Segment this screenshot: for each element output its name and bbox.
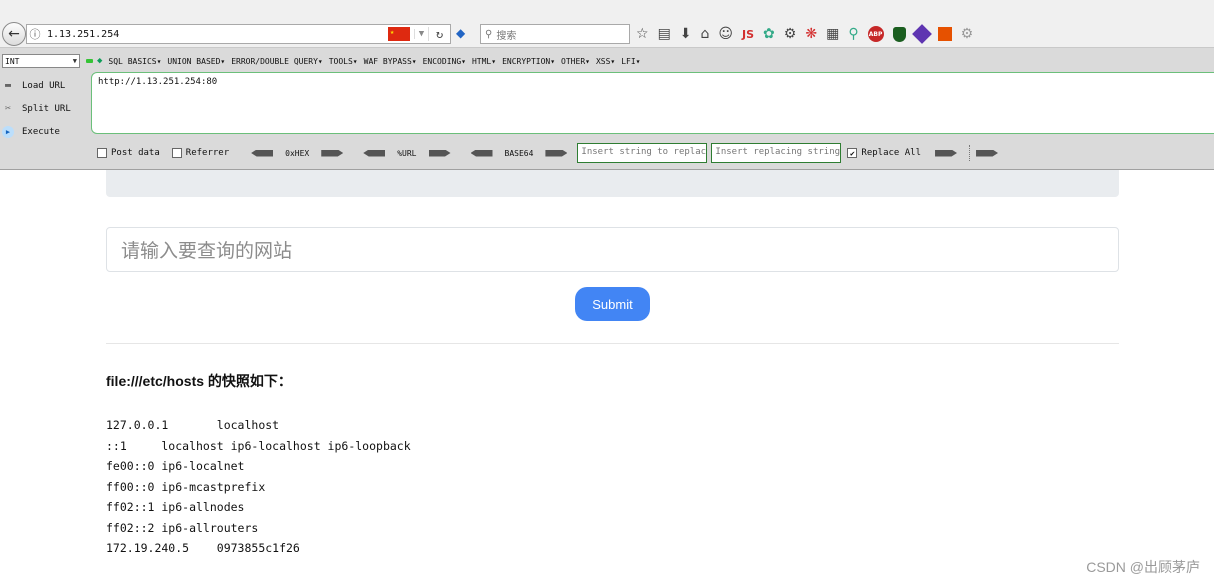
base64-encode-arrow-icon[interactable]: [545, 149, 568, 157]
divider: [969, 145, 971, 161]
js-icon[interactable]: JS: [742, 28, 754, 41]
info-icon[interactable]: ⓘ: [27, 26, 43, 42]
hackbar-url-textarea[interactable]: http://1.13.251.254:80: [91, 72, 1214, 134]
hosts-line: ::1 localhost ip6-localhost ip6-loopback: [106, 438, 411, 453]
hex-decode-arrow-icon[interactable]: [251, 149, 274, 157]
menu-tools[interactable]: TOOLS▾: [329, 57, 358, 66]
header-box: [106, 170, 1119, 197]
extension-icon[interactable]: ✿: [763, 26, 775, 42]
url-decode-arrow-icon[interactable]: [363, 149, 386, 157]
china-flag-icon: [388, 27, 410, 41]
hex-encode-arrow-icon[interactable]: [321, 149, 344, 157]
menu-encryption[interactable]: ENCRYPTION▾: [502, 57, 555, 66]
address-bar[interactable]: ⓘ 1.13.251.254 ▼ ↻: [26, 24, 451, 44]
referrer-label: Referrer: [185, 148, 230, 158]
referrer-checkbox[interactable]: Referrer: [171, 148, 230, 158]
scissors-icon: ✂: [4, 103, 12, 114]
hackbar-actions: ▬ Load URL ✂ Split URL ▶ Execute: [2, 74, 71, 143]
search-bar[interactable]: ⚲ 搜索: [480, 24, 630, 44]
reading-list-icon[interactable]: ▤: [658, 26, 671, 42]
injection-type-select[interactable]: INT ▼: [2, 54, 80, 68]
hosts-line: 127.0.0.1 localhost: [106, 418, 280, 432]
chevron-down-icon: ▼: [72, 57, 77, 65]
split-url-button[interactable]: ✂ Split URL: [2, 97, 71, 120]
post-data-checkbox[interactable]: Post data: [97, 148, 160, 158]
site-url-input[interactable]: 请输入要查询的网站: [106, 227, 1119, 272]
menu-encoding[interactable]: ENCODING▾: [423, 57, 466, 66]
hosts-line: ff00::0 ip6-mcastprefix: [106, 479, 266, 494]
hosts-line: ff02::2 ip6-allrouters: [106, 520, 259, 535]
divider: [106, 343, 1119, 344]
split-url-label: Split URL: [22, 103, 71, 114]
watermark: CSDN @出顾茅庐: [1086, 559, 1200, 575]
url-encode-arrow-icon[interactable]: [428, 149, 451, 157]
checkbox-box[interactable]: [171, 148, 182, 158]
result-title: file:///etc/hosts 的快照如下：: [106, 373, 292, 389]
replacing-string-input[interactable]: Insert replacing string: [711, 143, 842, 163]
menu-sql-basics[interactable]: SQL BASICS▾: [108, 57, 161, 66]
zoom-icon[interactable]: ⚲: [848, 26, 858, 42]
menu-html[interactable]: HTML▾: [472, 57, 496, 66]
green-dash-icon[interactable]: [86, 59, 93, 63]
menu-union-based[interactable]: UNION BASED▾: [167, 57, 225, 66]
checkbox-checked[interactable]: ✔: [847, 148, 858, 158]
search-placeholder: 搜索: [496, 30, 517, 42]
settings-icon[interactable]: ⚙: [961, 26, 974, 42]
download-icon[interactable]: ⬇: [680, 26, 692, 42]
base64-label: BASE64: [504, 148, 534, 158]
palette-icon[interactable]: ⚙: [784, 26, 797, 42]
menu-error-double-query[interactable]: ERROR/DOUBLE QUERY▾: [231, 57, 323, 66]
back-button[interactable]: ←: [2, 22, 26, 46]
replace-string-input[interactable]: Insert string to replace: [577, 143, 708, 163]
toolbar-icons: ☆ ▤ ⬇ ⌂ ☺ JS ✿ ⚙ ❋ ▦ ⚲ ABP ⚙: [636, 24, 973, 44]
post-data-label: Post data: [111, 148, 160, 158]
url-encode-label: %URL: [397, 148, 417, 158]
page-icon[interactable]: ▦: [826, 26, 839, 42]
browser-toolbar: ← ⓘ 1.13.251.254 ▼ ↻ ◆ ⚲ 搜索 ☆ ▤ ⬇ ⌂ ☺ JS…: [0, 0, 1214, 48]
address-bar-url[interactable]: 1.13.251.254: [43, 29, 388, 40]
menu-xss[interactable]: XSS▾: [596, 57, 615, 66]
shield-red-icon[interactable]: ❋: [805, 26, 817, 42]
base64-decode-arrow-icon[interactable]: [470, 149, 493, 157]
checkbox-box[interactable]: [97, 148, 107, 158]
chevron-down-icon[interactable]: ▼: [414, 29, 428, 39]
load-url-button[interactable]: ▬ Load URL: [2, 74, 71, 97]
hosts-line: 172.19.240.5 0973855c1f26: [106, 541, 300, 555]
adblock-icon[interactable]: ABP: [867, 26, 884, 42]
green-diamond-icon[interactable]: ◆: [97, 56, 102, 66]
home-icon[interactable]: ⌂: [701, 26, 710, 42]
play-icon: ▶: [2, 125, 14, 138]
load-url-label: Load URL: [22, 80, 66, 91]
execute-button[interactable]: ▶ Execute: [2, 120, 71, 143]
submit-button[interactable]: Submit: [575, 287, 650, 321]
replace-arrow-icon[interactable]: [935, 149, 958, 157]
hosts-line: ff02::1 ip6-allnodes: [106, 500, 245, 514]
injection-type-value: INT: [5, 56, 20, 66]
replace-all-label: Replace All: [861, 148, 922, 158]
menu-waf-bypass[interactable]: WAF BYPASS▾: [364, 57, 417, 66]
hosts-line: fe00::0 ip6-localnet: [106, 459, 245, 473]
orange-square-icon[interactable]: [937, 27, 952, 41]
smiley-icon[interactable]: ☺: [718, 26, 733, 42]
replace-back-arrow-icon[interactable]: [976, 149, 999, 157]
hex-label: 0xHEX: [285, 148, 310, 158]
reload-icon[interactable]: ↻: [428, 27, 450, 41]
pocket-icon[interactable]: ◆: [456, 26, 472, 42]
execute-label: Execute: [22, 126, 60, 137]
menu-other[interactable]: OTHER▾: [561, 57, 590, 66]
load-url-icon: ▬: [4, 80, 12, 91]
hackbar-panel: INT ▼ ◆ SQL BASICS▾ UNION BASED▾ ERROR/D…: [0, 48, 1214, 170]
hosts-file-content: 127.0.0.1 localhost::1 localhost ip6-loc…: [106, 415, 411, 559]
search-icon: ⚲: [485, 28, 493, 40]
bookmark-star-icon[interactable]: ☆: [636, 26, 649, 42]
purple-diamond-icon[interactable]: [911, 24, 932, 44]
replace-all-checkbox[interactable]: ✔ Replace All: [847, 148, 921, 158]
hackbar-options: Post data Referrer 0xHEX %URL BASE64 Ins…: [97, 143, 1008, 163]
menu-lfi[interactable]: LFI▾: [621, 57, 640, 66]
hackbar-menu: INT ▼ ◆ SQL BASICS▾ UNION BASED▾ ERROR/D…: [0, 54, 646, 68]
green-shield-icon[interactable]: [892, 26, 906, 42]
